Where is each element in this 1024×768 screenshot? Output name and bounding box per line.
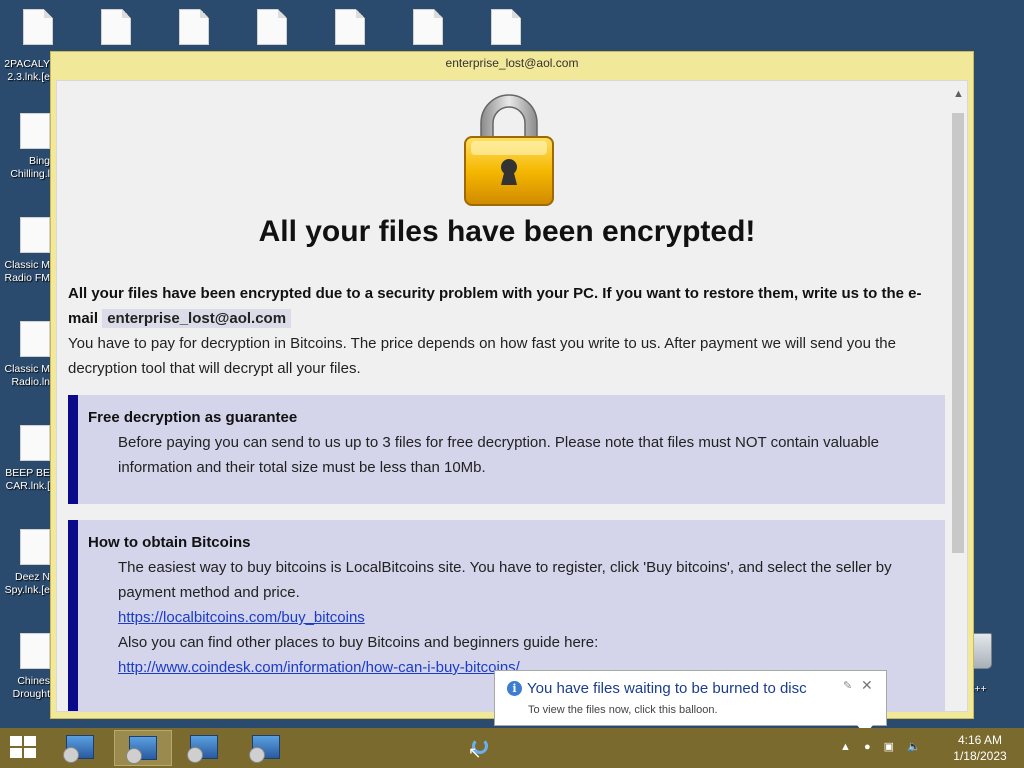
file-icon	[20, 321, 50, 357]
desktop-shortcut-bing[interactable]: Bing Chilling.l	[0, 113, 52, 181]
info-icon: i	[507, 681, 522, 696]
desktop-file-icon-4[interactable]	[247, 9, 297, 45]
shortcut-label: Deez N	[14, 571, 50, 583]
taskbar-app-button-3[interactable]	[176, 730, 234, 766]
file-icon	[20, 217, 50, 253]
pin-icon[interactable]: ✎	[843, 679, 852, 692]
section-body: Before paying you can send to us up to 3…	[118, 434, 879, 476]
payment-text: You have to pay for decryption in Bitcoi…	[68, 335, 896, 377]
close-icon[interactable]: ✕	[861, 677, 873, 694]
section-title: How to obtain Bitcoins	[88, 534, 251, 551]
desktop-shortcut-2pacaly[interactable]: 2PACALY 2.3.lnk.[e	[0, 9, 52, 84]
installer-icon	[187, 735, 218, 763]
installer-icon	[126, 736, 157, 764]
headline: All your files have been encrypted!	[258, 215, 756, 248]
clock-time: 4:16 AM	[957, 733, 1003, 747]
burn-disc-tray-icon[interactable]: ●	[864, 741, 871, 753]
shortcut-label: Radio.ln	[11, 376, 50, 388]
shortcut-label: Chines	[17, 675, 50, 687]
desktop-file-icon-7[interactable]	[481, 9, 531, 45]
notification-balloon[interactable]: i You have files waiting to be burned to…	[494, 670, 887, 735]
installer-icon	[63, 735, 94, 763]
tray-chevron-icon[interactable]: ▲	[840, 741, 851, 753]
file-icon	[20, 529, 50, 565]
shortcut-label: Classic M	[4, 363, 50, 375]
file-icon	[20, 633, 50, 669]
scroll-up-icon[interactable]: ▲	[953, 89, 964, 100]
taskbar-app-button-1[interactable]	[52, 730, 110, 766]
shortcut-label: CAR.lnk.[	[5, 480, 50, 492]
start-button[interactable]	[10, 736, 38, 760]
shortcut-label: Spy.lnk.[e	[4, 584, 50, 596]
intro-paragraph: All your files have been encrypted due t…	[68, 281, 948, 331]
contact-email[interactable]: enterprise_lost@aol.com	[102, 309, 292, 328]
installer-icon	[249, 735, 280, 763]
balloon-body: To view the files now, click this balloo…	[528, 704, 718, 716]
desktop-file-icon-5[interactable]	[325, 9, 375, 45]
desktop-file-icon-6[interactable]	[403, 9, 453, 45]
section-free-decryption: Free decryption as guarantee Before payi…	[68, 395, 945, 504]
mouse-cursor-icon: ↖	[468, 745, 482, 762]
shortcut-label: Bing	[28, 155, 50, 167]
desktop-shortcut-chines[interactable]: Chines Drought	[0, 633, 52, 701]
file-icon	[20, 113, 50, 149]
taskbar-app-button-2[interactable]	[114, 730, 172, 766]
file-icon	[20, 425, 50, 461]
system-tray[interactable]: ▲ ● ▣ 🔈	[840, 740, 931, 753]
window-content: All your files have been encrypted! All …	[56, 80, 968, 712]
desktop-shortcut-beep[interactable]: BEEP BE CAR.lnk.[	[0, 425, 52, 493]
taskbar: ↖ ▲ ● ▣ 🔈 4:16 AM 1/18/2023	[0, 728, 1024, 768]
desktop-shortcut-classic-radio[interactable]: Classic M Radio.ln	[0, 321, 52, 389]
balloon-title: You have files waiting to be burned to d…	[527, 680, 807, 697]
taskbar-app-button-4[interactable]	[238, 730, 296, 766]
network-icon[interactable]: ▣	[884, 741, 894, 753]
desktop-file-icon-2[interactable]	[91, 9, 141, 45]
section-title: Free decryption as guarantee	[88, 409, 298, 426]
vertical-scrollbar[interactable]: ▲	[950, 81, 967, 711]
localbitcoins-link[interactable]: https://localbitcoins.com/buy_bitcoins	[118, 605, 945, 630]
window-title: enterprise_lost@aol.com	[445, 56, 579, 70]
scroll-thumb[interactable]	[952, 113, 964, 553]
shortcut-label: Chilling.l	[10, 168, 50, 180]
desktop-shortcut-deez[interactable]: Deez N Spy.lnk.[e	[0, 529, 52, 597]
section-text-2: Also you can find other places to buy Bi…	[118, 634, 599, 651]
shortcut-label: 2PACALY	[4, 58, 50, 70]
shortcut-label: 2.3.lnk.[e	[7, 71, 50, 83]
clock-date: 1/18/2023	[953, 749, 1007, 763]
shortcut-label: Radio FM	[4, 272, 50, 284]
desktop-file-icon-3[interactable]	[169, 9, 219, 45]
desktop-shortcut-classic-fm[interactable]: Classic M Radio FM	[0, 217, 52, 285]
section-text: The easiest way to buy bitcoins is Local…	[118, 559, 892, 601]
clock[interactable]: 4:16 AM 1/18/2023	[942, 732, 1018, 764]
ransom-note-window: enterprise_lost@aol.com All your files h…	[50, 51, 974, 719]
shortcut-label: BEEP BE	[5, 467, 50, 479]
shortcut-label: Drought	[12, 688, 50, 700]
shortcut-label: Classic M	[4, 259, 50, 271]
section-body: The easiest way to buy bitcoins is Local…	[118, 555, 945, 680]
volume-icon[interactable]: 🔈	[907, 741, 921, 753]
padlock-icon	[464, 94, 554, 206]
